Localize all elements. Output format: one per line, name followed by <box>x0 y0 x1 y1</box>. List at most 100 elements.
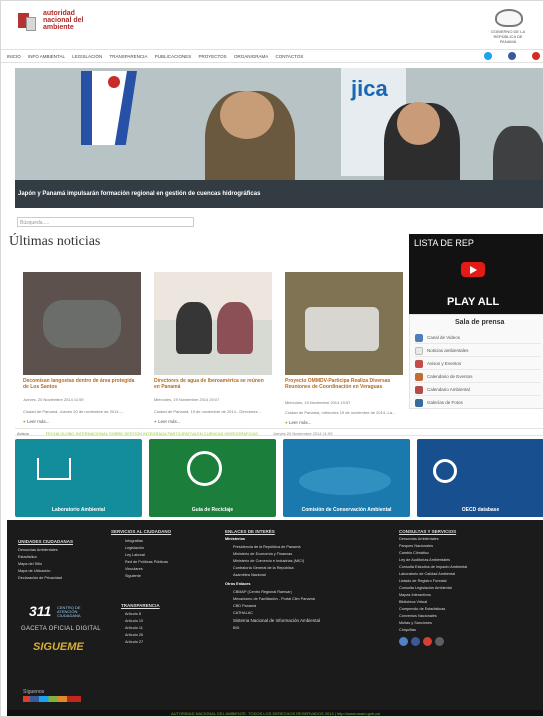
footer-link[interactable]: Cambio Climático <box>399 551 429 555</box>
hero-caption[interactable]: Japón y Panamá impulsarán formación regi… <box>18 191 260 197</box>
footer-link[interactable]: Artículo 27 <box>125 640 143 644</box>
footer-link[interactable]: Chiquiñas <box>399 628 416 632</box>
footer-link[interactable]: Laboratorio de Calidad Ambiental <box>399 572 455 576</box>
footer-link[interactable]: Legislación <box>125 546 144 550</box>
nav-item-publicaciones[interactable]: PUBLICACIONES <box>155 54 192 59</box>
nav-item-transparencia[interactable]: TRANSPARENCIA <box>110 54 148 59</box>
footer-col3-title: TRANSPARENCIA <box>121 603 160 608</box>
footer-link[interactable]: Mapas Interactivos <box>399 593 431 597</box>
footer-link[interactable]: Consulta Estudios de Impacto Ambiental <box>399 565 467 569</box>
youtube-icon[interactable] <box>532 52 540 60</box>
nav-item-info-ambiental[interactable]: INFO AMBIENTAL <box>28 54 65 59</box>
footer-link[interactable]: CATHALAC <box>233 611 253 615</box>
footer-link[interactable]: Presidencia de la República de Panamá <box>233 545 301 549</box>
play-all-button[interactable]: PLAY ALL <box>447 296 499 308</box>
news-title[interactable]: Proyecto OMMDV-Participa Realiza Diversa… <box>285 378 403 390</box>
footer-link[interactable]: Parques Nacionales <box>399 544 433 548</box>
press-item[interactable]: Calendario de Eventos <box>415 372 541 383</box>
press-item-label: Calendario de Eventos <box>427 374 473 379</box>
playlist-label[interactable]: LISTA DE REP <box>414 238 474 248</box>
footer-link[interactable]: Denuncias Ambientales <box>18 548 58 552</box>
facebook-icon[interactable] <box>508 52 516 60</box>
person-woman-head <box>220 91 274 139</box>
facebook-icon[interactable] <box>411 637 420 646</box>
gaceta-link[interactable]: GACETA OFICIAL DIGITAL <box>21 626 101 632</box>
footer-link[interactable]: Consulta Legislación Ambiental <box>399 586 452 590</box>
footer-link[interactable]: Artículo 8 <box>125 612 141 616</box>
attendee-2 <box>217 302 253 354</box>
footer-link[interactable]: Red de Políticas Públicas <box>125 560 168 564</box>
news-image-2[interactable] <box>154 272 272 375</box>
nav-item-legislacion[interactable]: LEGISLACIÓN <box>72 54 102 59</box>
read-more-link[interactable]: Leer más... <box>154 419 181 424</box>
footer-link[interactable]: Compendio de Estadísticas <box>399 607 445 611</box>
footer-col4-title: ENLACES DE INTERÉS <box>225 529 275 534</box>
nav-item-proyectos[interactable]: PROYECTOS <box>199 54 227 59</box>
social-icons-strip[interactable] <box>23 696 81 702</box>
footer-link[interactable]: Ley de Auditorías Ambientales <box>399 558 450 562</box>
footer-link[interactable]: Ministerio de Economía y Finanzas <box>233 552 292 556</box>
footer-link[interactable]: Declaración de Privacidad <box>18 576 62 580</box>
press-item[interactable]: Noticias ambientales <box>415 346 541 357</box>
calendar-icon <box>415 386 423 394</box>
news-title[interactable]: Decomisan langostas dentro de área prote… <box>23 378 139 390</box>
footer-link[interactable]: Artículo 11 <box>125 626 143 630</box>
twitter-icon[interactable] <box>484 52 492 60</box>
footer-link[interactable]: Sistema Nacional de Información Ambienta… <box>233 618 320 623</box>
news-title[interactable]: Directores de agua de Iberoamérica se re… <box>154 378 270 390</box>
banner-conservation[interactable]: Comisión de Conservación Ambiental <box>283 439 410 517</box>
press-item[interactable]: Calendario Ambiental <box>415 385 541 396</box>
hero-slider[interactable]: jica Japón y Panamá impulsarán formación… <box>15 68 543 208</box>
press-item[interactable]: Canal de Videos <box>415 333 541 344</box>
nav-item-contactos[interactable]: CONTACTOS <box>275 54 303 59</box>
footer-link[interactable]: BID <box>233 626 239 630</box>
ticker-text[interactable]: FECHA GLOBO INTERNACIONAL SOBRE GESTIÓN … <box>46 431 258 436</box>
footer-link[interactable]: Convenios Nacionales <box>399 614 437 618</box>
news-excerpt: Ciudad de Panamá, 19 de noviembre de 201… <box>154 409 261 414</box>
nav-item-organigrama[interactable]: ORGANIGRAMA <box>234 54 268 59</box>
footer-link[interactable]: Siguiente <box>125 574 141 578</box>
footer-link[interactable]: CBMAP (Centro Regional Ramsar) <box>233 590 292 594</box>
footer-link[interactable]: Contraloría General de la República <box>233 566 294 570</box>
read-more-link[interactable]: Leer más... <box>23 419 50 424</box>
banner-lab[interactable]: Laboratorio Ambiental <box>15 439 142 517</box>
sigueme-logo[interactable]: SIGUEME <box>33 641 84 653</box>
read-more-link[interactable]: Leer más... <box>285 420 312 425</box>
footer-link[interactable]: Artículo 10 <box>125 619 143 623</box>
brand-311[interactable]: 311 <box>29 603 51 619</box>
press-item[interactable]: Avisos y Eventos <box>415 359 541 370</box>
news-date: Miércoles, 19 Noviembre 2014 19:57 <box>285 400 351 405</box>
footer-link[interactable]: Ley Laboral <box>125 553 145 557</box>
banner-recycling[interactable]: Guía de Reciclaje <box>149 439 276 517</box>
twitter-icon[interactable] <box>399 637 408 646</box>
footer-link[interactable]: Vinculares <box>125 567 143 571</box>
nav-item-inicio[interactable]: INICIO <box>7 54 21 59</box>
footer-link[interactable]: Ministerio de Comercio e Industrias (MIC… <box>233 559 304 563</box>
news-ticker[interactable]: Avisos FECHA GLOBO INTERNACIONAL SOBRE G… <box>15 428 543 436</box>
news-image-1[interactable] <box>23 272 141 375</box>
video-player[interactable]: LISTA DE REP PLAY ALL <box>409 234 543 314</box>
anam-logo[interactable] <box>18 11 38 35</box>
press-item[interactable]: Galerías de Fotos <box>415 398 541 409</box>
footer-link[interactable]: Denuncias Ambientales <box>399 537 439 541</box>
rss-icon[interactable] <box>435 637 444 646</box>
news-icon <box>415 347 423 355</box>
footer-link[interactable]: Estadística <box>18 555 37 559</box>
footer-link[interactable]: Mecanismo de Facilitación - Portal Clim … <box>233 597 315 601</box>
footer-link[interactable]: Biblioteca Virtual <box>399 600 427 604</box>
banner-oecd[interactable]: OECD database <box>417 439 543 517</box>
search-input[interactable]: Búsqueda..... <box>17 217 194 227</box>
footer-link[interactable]: Multas y Sanciones <box>399 621 432 625</box>
footer-link[interactable]: CBD Panamá <box>233 604 256 608</box>
logo-text[interactable]: autoridad nacional del ambiente <box>43 10 83 31</box>
news-image-3[interactable] <box>285 272 403 375</box>
flickr-icon[interactable] <box>423 637 432 646</box>
footer-link[interactable]: Infografías <box>125 539 143 543</box>
footer-link[interactable]: Mapa del Sitio <box>18 562 42 566</box>
footer-link[interactable]: Artículo 26 <box>125 633 143 637</box>
oecd-logo-icon <box>433 459 457 483</box>
footer-link[interactable]: Listado de Registro Forestal <box>399 579 447 583</box>
footer-link[interactable]: Mapa de Ubicación <box>18 569 51 573</box>
ticker-label: Avisos <box>17 431 29 436</box>
footer-link[interactable]: Asamblea Nacional <box>233 573 266 577</box>
